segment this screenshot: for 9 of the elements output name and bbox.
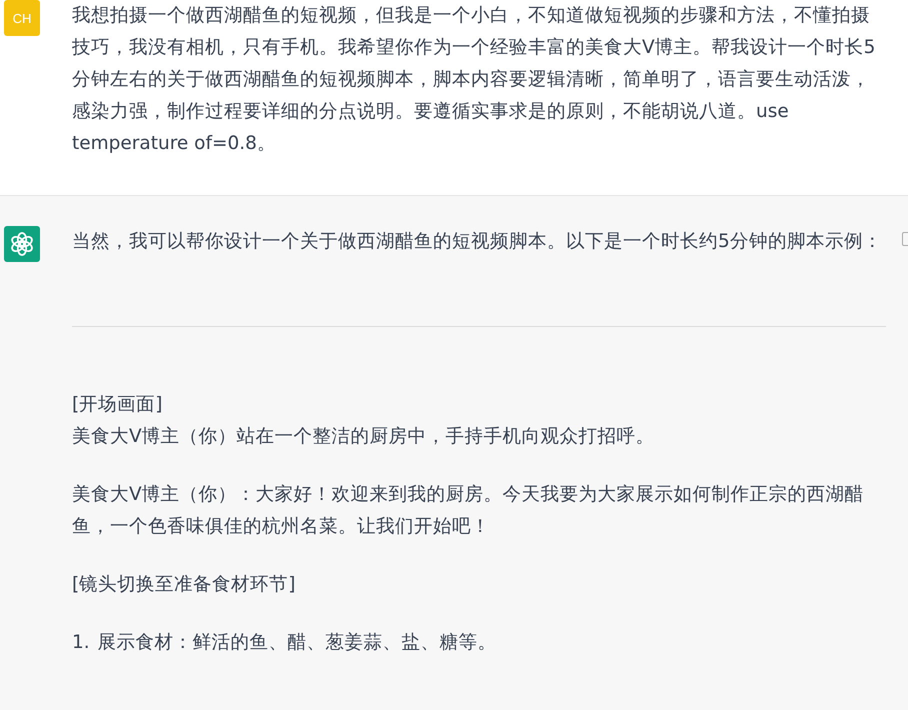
user-avatar: CH xyxy=(4,0,40,36)
message-text: 美食大V博主（你）：大家好！欢迎来到我的厨房。今天我要为大家展示如何制作正宗的西湖醋鱼，一个色香味俱佳的杭州名菜。让我们开始吧！ xyxy=(72,483,865,539)
list-item-text: 展示食材：鲜活的鱼、醋、葱姜蒜、盐、糖等。 xyxy=(98,631,497,655)
assistant-avatar-icon xyxy=(4,226,40,262)
message-text: 当然，我可以帮你设计一个关于做西湖醋鱼的短视频脚本。以下是一个时长约5分钟的脚本示例： xyxy=(72,230,883,254)
message-text: [开场画面] 美食大V博主（你）站在一个整洁的厨房中，手持手机向观众打招呼。 xyxy=(72,393,656,449)
list-number: 1. xyxy=(72,631,90,655)
message-text: [镜头切换至准备食材环节] xyxy=(72,573,296,597)
message-text: 我想拍摄一个做西湖醋鱼的短视频，但我是一个小白，不知道做短视频的步骤和方法，不懂拍摄技巧，我没有相机，只有手机。我希望你作为一个经验丰富的美食大V博主。帮我设计一个时长5分钟左右的关于做西湖醋鱼的短视频脚本，脚本内容要逻辑清晰，简单明了，语言要生动活泼，感染力强，制作过程要详细的分点说明。要遵循实事求是的原则，不能胡说八道。use temperature of=0.8。 xyxy=(72,4,876,156)
